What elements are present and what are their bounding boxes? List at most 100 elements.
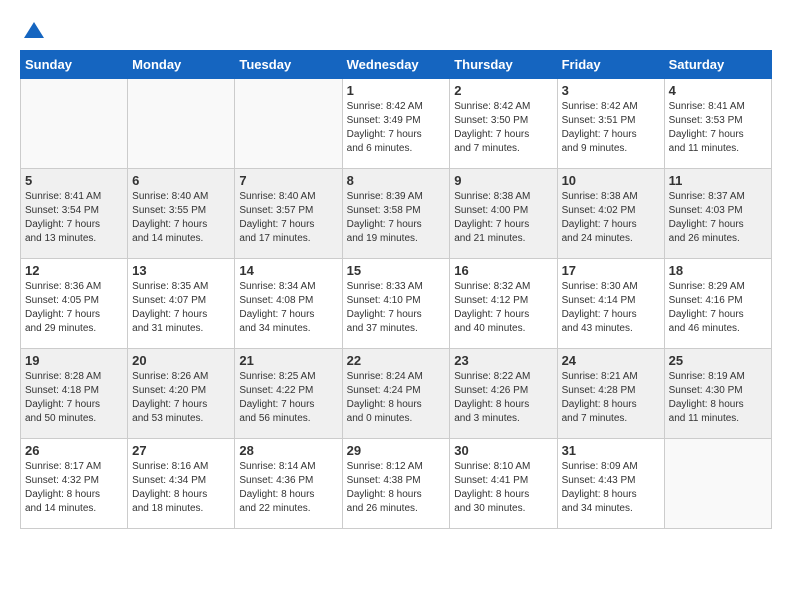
day-number: 28 <box>239 443 337 458</box>
day-info: Sunrise: 8:26 AM Sunset: 4:20 PM Dayligh… <box>132 370 230 426</box>
calendar-empty-cell <box>21 79 128 169</box>
calendar-day-18: 18 Sunrise: 8:29 AM Sunset: 4:16 PM Dayli… <box>664 259 771 349</box>
calendar-day-3: 3Sunrise: 8:42 AM Sunset: 3:51 PM Daylig… <box>557 79 664 169</box>
calendar-day-24: 24 Sunrise: 8:21 AM Sunset: 4:28 PM Dayli… <box>557 349 664 439</box>
calendar-day-23: 23 Sunrise: 8:22 AM Sunset: 4:26 PM Dayli… <box>450 349 557 439</box>
day-info: Sunrise: 8:09 AM Sunset: 4:43 PM Dayligh… <box>562 460 660 516</box>
day-number: 2 <box>454 83 552 98</box>
calendar-day-8: 8 Sunrise: 8:39 AM Sunset: 3:58 PM Daylig… <box>342 169 450 259</box>
day-info: Sunrise: 8:25 AM Sunset: 4:22 PM Dayligh… <box>239 370 337 426</box>
day-number: 21 <box>239 353 337 368</box>
day-info: Sunrise: 8:14 AM Sunset: 4:36 PM Dayligh… <box>239 460 337 516</box>
calendar-day-6: 6 Sunrise: 8:40 AM Sunset: 3:55 PM Daylig… <box>128 169 235 259</box>
day-number: 13 <box>132 263 230 278</box>
day-info: Sunrise: 8:42 AM Sunset: 3:50 PM Dayligh… <box>454 100 552 156</box>
day-number: 31 <box>562 443 660 458</box>
day-number: 23 <box>454 353 552 368</box>
day-number: 12 <box>25 263 123 278</box>
calendar-week-5: 26Sunrise: 8:17 AM Sunset: 4:32 PM Dayli… <box>21 439 772 529</box>
day-info: Sunrise: 8:40 AM Sunset: 3:55 PM Dayligh… <box>132 190 230 246</box>
calendar-day-7: 7 Sunrise: 8:40 AM Sunset: 3:57 PM Daylig… <box>235 169 342 259</box>
day-number: 14 <box>239 263 337 278</box>
calendar-day-26: 26Sunrise: 8:17 AM Sunset: 4:32 PM Dayli… <box>21 439 128 529</box>
day-info: Sunrise: 8:34 AM Sunset: 4:08 PM Dayligh… <box>239 280 337 336</box>
page-header <box>20 20 772 40</box>
day-number: 30 <box>454 443 552 458</box>
calendar-day-20: 20 Sunrise: 8:26 AM Sunset: 4:20 PM Dayli… <box>128 349 235 439</box>
day-info: Sunrise: 8:37 AM Sunset: 4:03 PM Dayligh… <box>669 190 767 246</box>
weekday-header-thursday: Thursday <box>450 51 557 79</box>
day-info: Sunrise: 8:35 AM Sunset: 4:07 PM Dayligh… <box>132 280 230 336</box>
day-number: 9 <box>454 173 552 188</box>
day-number: 17 <box>562 263 660 278</box>
weekday-header-wednesday: Wednesday <box>342 51 450 79</box>
day-info: Sunrise: 8:33 AM Sunset: 4:10 PM Dayligh… <box>347 280 446 336</box>
calendar-week-2: 5Sunrise: 8:41 AM Sunset: 3:54 PM Daylig… <box>21 169 772 259</box>
calendar-day-13: 13 Sunrise: 8:35 AM Sunset: 4:07 PM Dayli… <box>128 259 235 349</box>
calendar-week-3: 12 Sunrise: 8:36 AM Sunset: 4:05 PM Dayli… <box>21 259 772 349</box>
calendar-day-11: 11Sunrise: 8:37 AM Sunset: 4:03 PM Dayli… <box>664 169 771 259</box>
calendar-day-17: 17 Sunrise: 8:30 AM Sunset: 4:14 PM Dayli… <box>557 259 664 349</box>
day-number: 1 <box>347 83 446 98</box>
day-number: 20 <box>132 353 230 368</box>
day-info: Sunrise: 8:29 AM Sunset: 4:16 PM Dayligh… <box>669 280 767 336</box>
day-number: 4 <box>669 83 767 98</box>
calendar-day-10: 10Sunrise: 8:38 AM Sunset: 4:02 PM Dayli… <box>557 169 664 259</box>
weekday-header-friday: Friday <box>557 51 664 79</box>
day-info: Sunrise: 8:41 AM Sunset: 3:53 PM Dayligh… <box>669 100 767 156</box>
calendar-day-30: 30 Sunrise: 8:10 AM Sunset: 4:41 PM Dayli… <box>450 439 557 529</box>
day-info: Sunrise: 8:39 AM Sunset: 3:58 PM Dayligh… <box>347 190 446 246</box>
weekday-header-row: SundayMondayTuesdayWednesdayThursdayFrid… <box>21 51 772 79</box>
calendar-day-22: 22Sunrise: 8:24 AM Sunset: 4:24 PM Dayli… <box>342 349 450 439</box>
calendar-day-4: 4 Sunrise: 8:41 AM Sunset: 3:53 PM Daylig… <box>664 79 771 169</box>
day-number: 10 <box>562 173 660 188</box>
day-number: 7 <box>239 173 337 188</box>
calendar-day-27: 27 Sunrise: 8:16 AM Sunset: 4:34 PM Dayli… <box>128 439 235 529</box>
logo <box>20 20 46 40</box>
day-number: 29 <box>347 443 446 458</box>
day-number: 6 <box>132 173 230 188</box>
calendar-week-1: 1 Sunrise: 8:42 AM Sunset: 3:49 PM Daylig… <box>21 79 772 169</box>
day-number: 8 <box>347 173 446 188</box>
calendar-day-5: 5Sunrise: 8:41 AM Sunset: 3:54 PM Daylig… <box>21 169 128 259</box>
calendar-day-19: 19 Sunrise: 8:28 AM Sunset: 4:18 PM Dayli… <box>21 349 128 439</box>
calendar-empty-cell <box>664 439 771 529</box>
calendar-empty-cell <box>235 79 342 169</box>
day-info: Sunrise: 8:21 AM Sunset: 4:28 PM Dayligh… <box>562 370 660 426</box>
calendar-week-4: 19 Sunrise: 8:28 AM Sunset: 4:18 PM Dayli… <box>21 349 772 439</box>
day-info: Sunrise: 8:19 AM Sunset: 4:30 PM Dayligh… <box>669 370 767 426</box>
day-number: 22 <box>347 353 446 368</box>
day-number: 19 <box>25 353 123 368</box>
calendar-day-15: 15Sunrise: 8:33 AM Sunset: 4:10 PM Dayli… <box>342 259 450 349</box>
calendar-day-12: 12 Sunrise: 8:36 AM Sunset: 4:05 PM Dayli… <box>21 259 128 349</box>
calendar-day-28: 28 Sunrise: 8:14 AM Sunset: 4:36 PM Dayli… <box>235 439 342 529</box>
day-info: Sunrise: 8:17 AM Sunset: 4:32 PM Dayligh… <box>25 460 123 516</box>
day-number: 16 <box>454 263 552 278</box>
day-number: 24 <box>562 353 660 368</box>
day-number: 27 <box>132 443 230 458</box>
day-info: Sunrise: 8:38 AM Sunset: 4:00 PM Dayligh… <box>454 190 552 246</box>
day-info: Sunrise: 8:30 AM Sunset: 4:14 PM Dayligh… <box>562 280 660 336</box>
day-number: 18 <box>669 263 767 278</box>
calendar-day-2: 2 Sunrise: 8:42 AM Sunset: 3:50 PM Daylig… <box>450 79 557 169</box>
day-number: 25 <box>669 353 767 368</box>
day-info: Sunrise: 8:42 AM Sunset: 3:49 PM Dayligh… <box>347 100 446 156</box>
weekday-header-saturday: Saturday <box>664 51 771 79</box>
calendar-day-25: 25 Sunrise: 8:19 AM Sunset: 4:30 PM Dayli… <box>664 349 771 439</box>
day-info: Sunrise: 8:16 AM Sunset: 4:34 PM Dayligh… <box>132 460 230 516</box>
day-info: Sunrise: 8:36 AM Sunset: 4:05 PM Dayligh… <box>25 280 123 336</box>
calendar-day-1: 1 Sunrise: 8:42 AM Sunset: 3:49 PM Daylig… <box>342 79 450 169</box>
day-info: Sunrise: 8:28 AM Sunset: 4:18 PM Dayligh… <box>25 370 123 426</box>
logo-icon <box>22 20 46 44</box>
calendar-day-16: 16 Sunrise: 8:32 AM Sunset: 4:12 PM Dayli… <box>450 259 557 349</box>
day-info: Sunrise: 8:12 AM Sunset: 4:38 PM Dayligh… <box>347 460 446 516</box>
calendar-day-31: 31 Sunrise: 8:09 AM Sunset: 4:43 PM Dayli… <box>557 439 664 529</box>
day-info: Sunrise: 8:32 AM Sunset: 4:12 PM Dayligh… <box>454 280 552 336</box>
day-info: Sunrise: 8:42 AM Sunset: 3:51 PM Dayligh… <box>562 100 660 156</box>
calendar-day-21: 21 Sunrise: 8:25 AM Sunset: 4:22 PM Dayli… <box>235 349 342 439</box>
day-info: Sunrise: 8:40 AM Sunset: 3:57 PM Dayligh… <box>239 190 337 246</box>
weekday-header-monday: Monday <box>128 51 235 79</box>
day-info: Sunrise: 8:10 AM Sunset: 4:41 PM Dayligh… <box>454 460 552 516</box>
day-info: Sunrise: 8:22 AM Sunset: 4:26 PM Dayligh… <box>454 370 552 426</box>
weekday-header-sunday: Sunday <box>21 51 128 79</box>
